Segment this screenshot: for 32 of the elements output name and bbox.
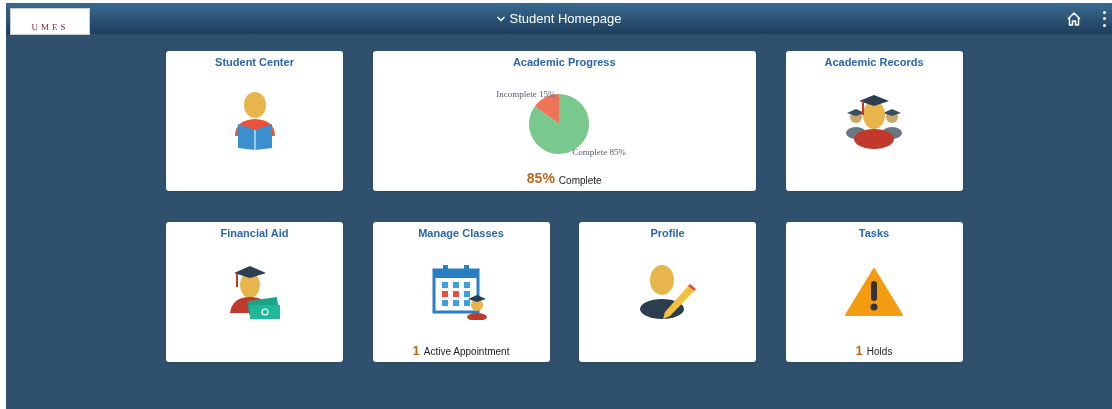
tile[interactable]: Tasks 1 Holds	[785, 222, 963, 362]
calendar-icon	[432, 263, 490, 320]
graduates-icon	[845, 92, 903, 149]
page-title-menu[interactable]: Student Homepage	[496, 9, 622, 29]
home-icon	[1066, 10, 1082, 27]
tile-title: Academic Records	[824, 55, 924, 70]
warning-icon	[845, 266, 903, 317]
tile[interactable]: Financial Aid	[166, 222, 343, 362]
count-label: Active Appointment	[423, 345, 510, 359]
tile-title: Profile	[650, 226, 685, 241]
tile[interactable]: Manage Classes 1 Active Appointment	[372, 222, 550, 362]
tile[interactable]: Student Center	[166, 51, 343, 191]
tile-title: Manage Classes	[418, 226, 504, 241]
tile[interactable]: Academic Records	[785, 51, 963, 191]
more-button[interactable]	[1102, 10, 1106, 27]
count-label: Complete	[558, 174, 602, 188]
tile-title: Financial Aid	[220, 226, 289, 241]
logo: UMES	[10, 8, 90, 35]
tile[interactable]: Profile	[579, 222, 756, 362]
tile-title: Academic Progress	[512, 55, 616, 70]
profile-edit-icon	[637, 263, 698, 320]
tile-title: Tasks	[858, 226, 890, 241]
tile-title: Student Center	[215, 55, 294, 70]
student-reading-icon	[232, 91, 277, 150]
count: 1	[855, 341, 863, 360]
chart-label: Complete 85%	[572, 145, 626, 159]
count: 85%	[526, 169, 555, 188]
count: 1	[412, 341, 420, 360]
tile[interactable]: Academic Progress Incomplete 15% Complete 85% 85% Complete	[372, 51, 756, 191]
chart-label: Incomplete 15%	[496, 87, 556, 101]
count-label: Holds	[866, 345, 893, 359]
chevron-down-icon	[496, 15, 506, 22]
